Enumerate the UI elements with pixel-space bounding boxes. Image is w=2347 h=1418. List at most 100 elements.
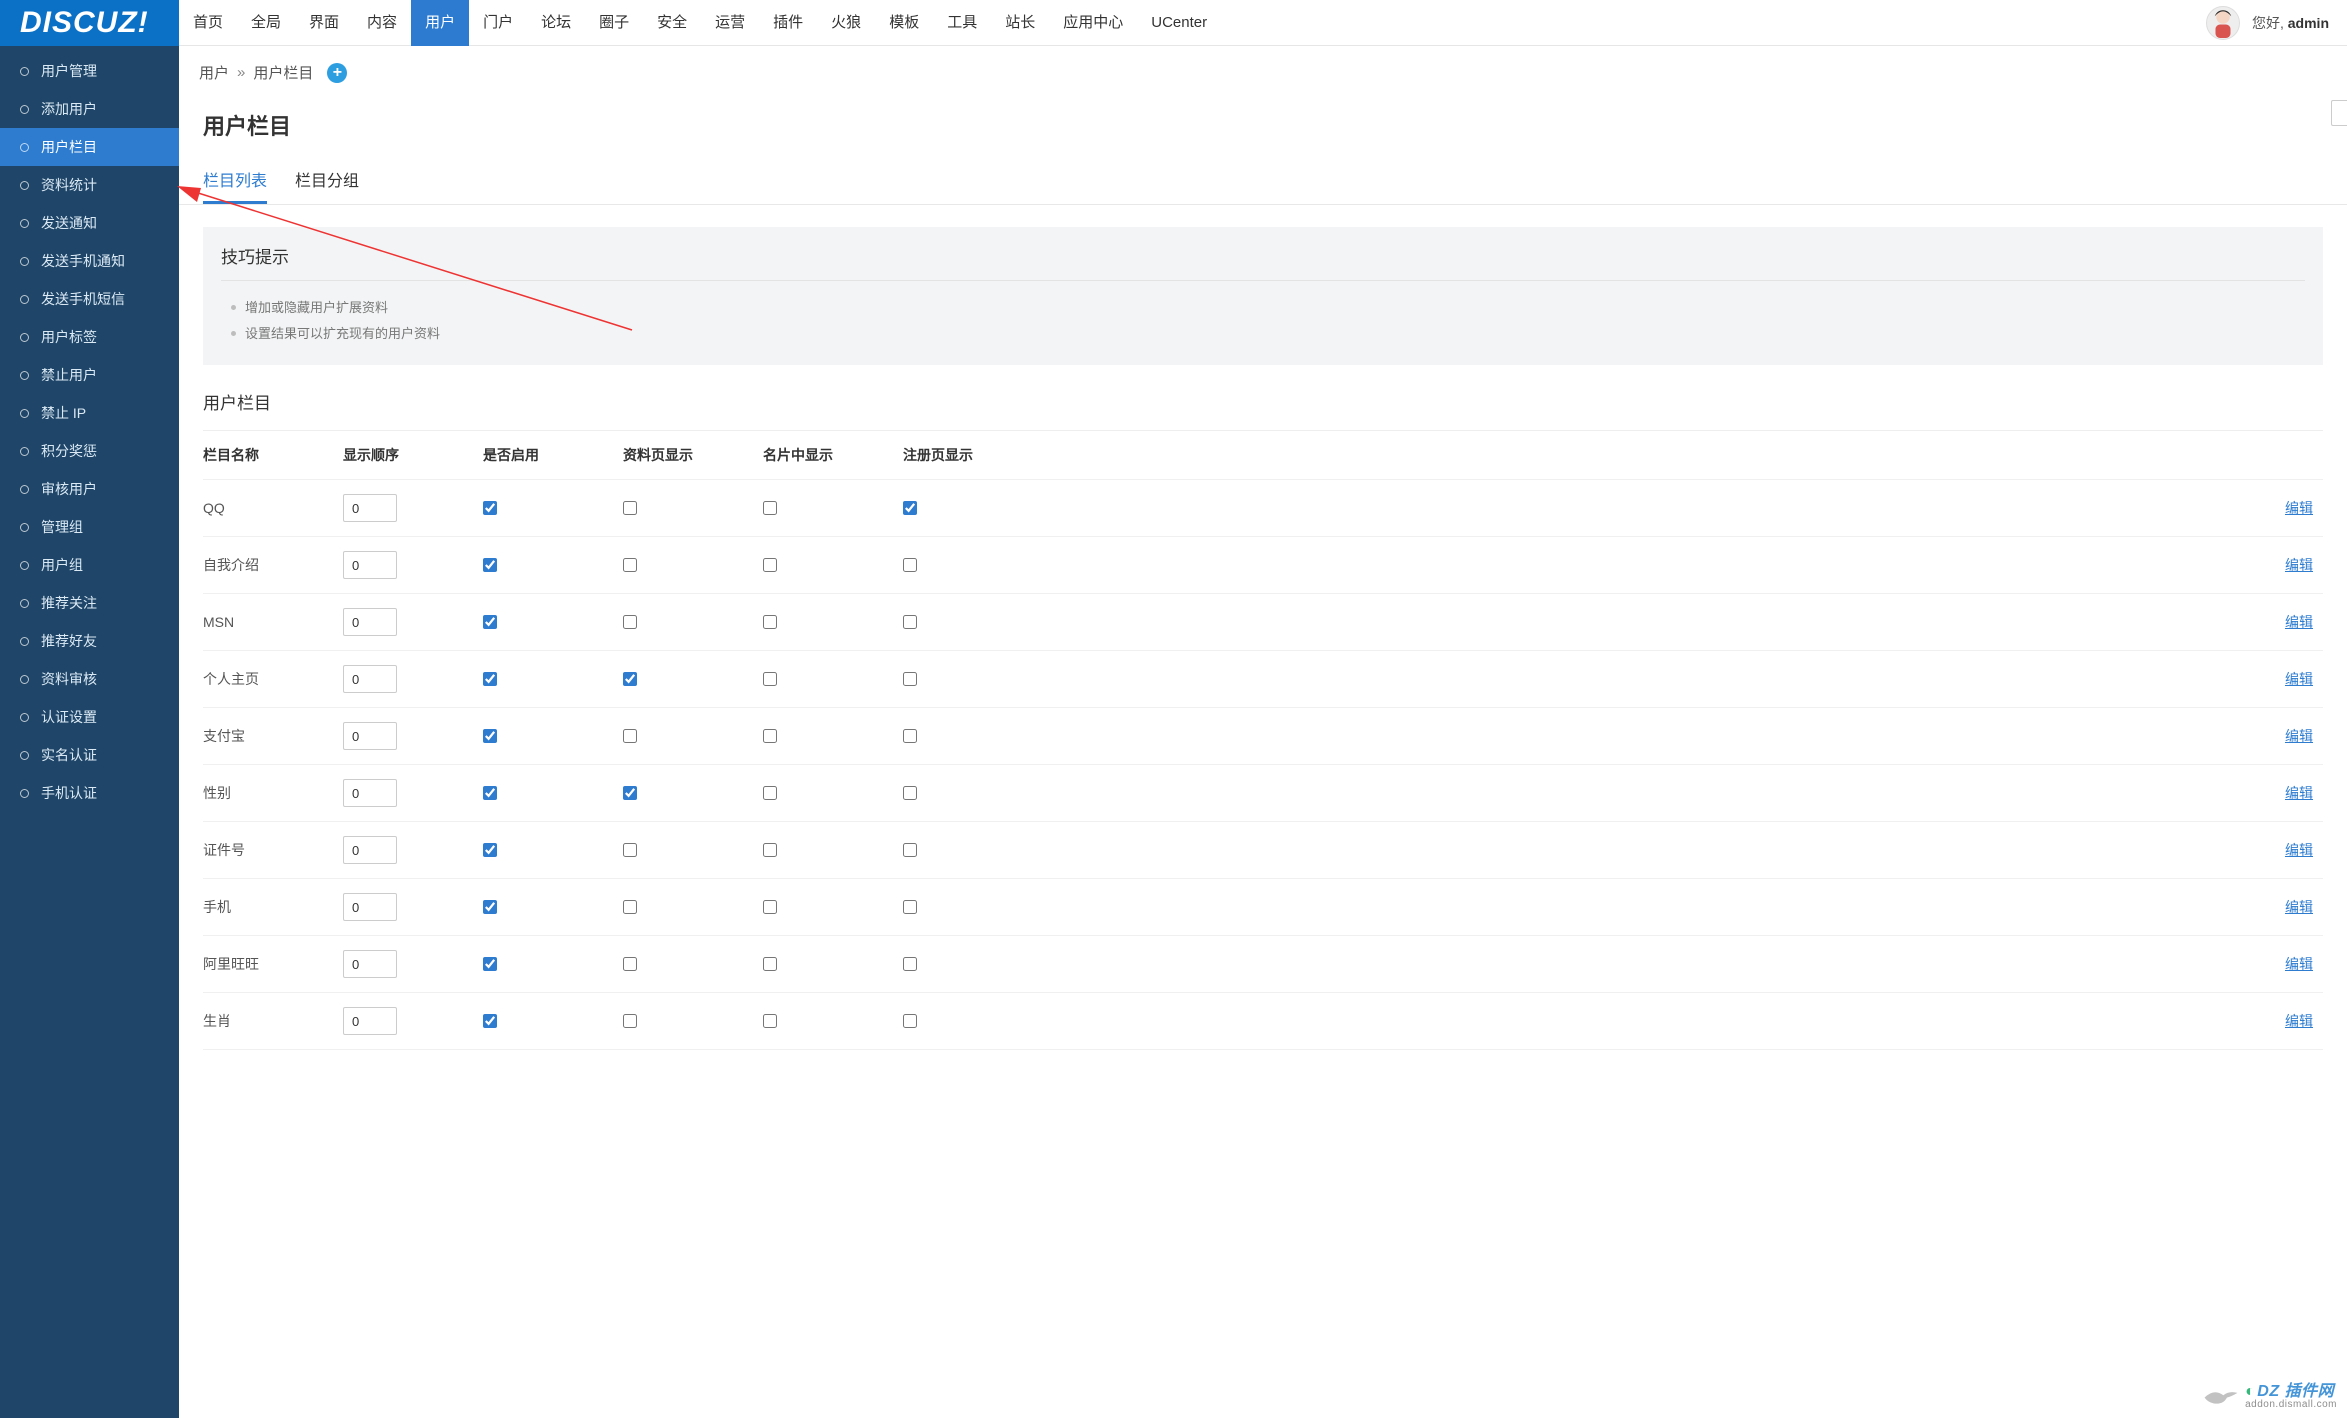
- register-checkbox[interactable]: [903, 501, 917, 515]
- order-input[interactable]: [343, 665, 397, 693]
- sidebar-item[interactable]: 用户组: [0, 546, 179, 584]
- order-input[interactable]: [343, 893, 397, 921]
- enabled-checkbox[interactable]: [483, 501, 497, 515]
- profile-checkbox[interactable]: [623, 1014, 637, 1028]
- register-checkbox[interactable]: [903, 558, 917, 572]
- profile-checkbox[interactable]: [623, 672, 637, 686]
- sidebar-item[interactable]: 禁止用户: [0, 356, 179, 394]
- register-checkbox[interactable]: [903, 900, 917, 914]
- card-checkbox[interactable]: [763, 615, 777, 629]
- card-checkbox[interactable]: [763, 900, 777, 914]
- topnav-item[interactable]: UCenter: [1137, 0, 1221, 46]
- profile-checkbox[interactable]: [623, 615, 637, 629]
- search-input-partial[interactable]: [2331, 100, 2347, 126]
- topnav-item[interactable]: 火狼: [817, 0, 875, 46]
- order-input[interactable]: [343, 551, 397, 579]
- sidebar-item[interactable]: 推荐关注: [0, 584, 179, 622]
- edit-link[interactable]: 编辑: [2203, 612, 2323, 632]
- sidebar-item[interactable]: 发送手机短信: [0, 280, 179, 318]
- tab[interactable]: 栏目分组: [295, 159, 359, 204]
- topnav-item[interactable]: 界面: [295, 0, 353, 46]
- sidebar-item[interactable]: 资料审核: [0, 660, 179, 698]
- card-checkbox[interactable]: [763, 843, 777, 857]
- sidebar-item[interactable]: 审核用户: [0, 470, 179, 508]
- topnav-item[interactable]: 插件: [759, 0, 817, 46]
- card-checkbox[interactable]: [763, 786, 777, 800]
- sidebar-item[interactable]: 发送通知: [0, 204, 179, 242]
- register-checkbox[interactable]: [903, 786, 917, 800]
- register-checkbox[interactable]: [903, 1014, 917, 1028]
- sidebar-item[interactable]: 资料统计: [0, 166, 179, 204]
- sidebar-item[interactable]: 认证设置: [0, 698, 179, 736]
- tab[interactable]: 栏目列表: [203, 159, 267, 204]
- topnav-item[interactable]: 圈子: [585, 0, 643, 46]
- card-checkbox[interactable]: [763, 957, 777, 971]
- topnav-item[interactable]: 论坛: [527, 0, 585, 46]
- brand-logo[interactable]: DISCUZ!: [0, 0, 179, 46]
- edit-link[interactable]: 编辑: [2203, 555, 2323, 575]
- enabled-checkbox[interactable]: [483, 1014, 497, 1028]
- edit-link[interactable]: 编辑: [2203, 669, 2323, 689]
- sidebar-item[interactable]: 实名认证: [0, 736, 179, 774]
- edit-link[interactable]: 编辑: [2203, 783, 2323, 803]
- profile-checkbox[interactable]: [623, 729, 637, 743]
- enabled-checkbox[interactable]: [483, 957, 497, 971]
- card-checkbox[interactable]: [763, 558, 777, 572]
- edit-link[interactable]: 编辑: [2203, 1011, 2323, 1031]
- topnav-item[interactable]: 运营: [701, 0, 759, 46]
- profile-checkbox[interactable]: [623, 501, 637, 515]
- order-input[interactable]: [343, 1007, 397, 1035]
- topnav-item[interactable]: 安全: [643, 0, 701, 46]
- order-input[interactable]: [343, 950, 397, 978]
- order-input[interactable]: [343, 494, 397, 522]
- edit-link[interactable]: 编辑: [2203, 840, 2323, 860]
- enabled-checkbox[interactable]: [483, 729, 497, 743]
- sidebar-item[interactable]: 积分奖惩: [0, 432, 179, 470]
- enabled-checkbox[interactable]: [483, 843, 497, 857]
- breadcrumb-root[interactable]: 用户: [199, 62, 229, 83]
- order-input[interactable]: [343, 608, 397, 636]
- topnav-item[interactable]: 用户: [411, 0, 469, 46]
- topnav-item[interactable]: 全局: [237, 0, 295, 46]
- sidebar-item[interactable]: 禁止 IP: [0, 394, 179, 432]
- profile-checkbox[interactable]: [623, 900, 637, 914]
- register-checkbox[interactable]: [903, 843, 917, 857]
- sidebar-item[interactable]: 发送手机通知: [0, 242, 179, 280]
- topnav-item[interactable]: 工具: [933, 0, 991, 46]
- enabled-checkbox[interactable]: [483, 672, 497, 686]
- edit-link[interactable]: 编辑: [2203, 954, 2323, 974]
- edit-link[interactable]: 编辑: [2203, 897, 2323, 917]
- card-checkbox[interactable]: [763, 501, 777, 515]
- register-checkbox[interactable]: [903, 672, 917, 686]
- sidebar-item[interactable]: 用户标签: [0, 318, 179, 356]
- enabled-checkbox[interactable]: [483, 900, 497, 914]
- enabled-checkbox[interactable]: [483, 786, 497, 800]
- edit-link[interactable]: 编辑: [2203, 498, 2323, 518]
- sidebar-item[interactable]: 用户管理: [0, 52, 179, 90]
- card-checkbox[interactable]: [763, 672, 777, 686]
- topnav-item[interactable]: 门户: [469, 0, 527, 46]
- sidebar-item[interactable]: 用户栏目: [0, 128, 179, 166]
- enabled-checkbox[interactable]: [483, 558, 497, 572]
- register-checkbox[interactable]: [903, 615, 917, 629]
- register-checkbox[interactable]: [903, 729, 917, 743]
- edit-link[interactable]: 编辑: [2203, 726, 2323, 746]
- enabled-checkbox[interactable]: [483, 615, 497, 629]
- profile-checkbox[interactable]: [623, 957, 637, 971]
- add-button[interactable]: +: [327, 63, 347, 83]
- sidebar-item[interactable]: 添加用户: [0, 90, 179, 128]
- card-checkbox[interactable]: [763, 729, 777, 743]
- sidebar-item[interactable]: 推荐好友: [0, 622, 179, 660]
- topnav-item[interactable]: 应用中心: [1049, 0, 1137, 46]
- topnav-item[interactable]: 站长: [991, 0, 1049, 46]
- avatar[interactable]: [2206, 6, 2240, 40]
- register-checkbox[interactable]: [903, 957, 917, 971]
- order-input[interactable]: [343, 779, 397, 807]
- topnav-item[interactable]: 模板: [875, 0, 933, 46]
- order-input[interactable]: [343, 722, 397, 750]
- topnav-item[interactable]: 首页: [179, 0, 237, 46]
- topnav-item[interactable]: 内容: [353, 0, 411, 46]
- profile-checkbox[interactable]: [623, 843, 637, 857]
- card-checkbox[interactable]: [763, 1014, 777, 1028]
- profile-checkbox[interactable]: [623, 558, 637, 572]
